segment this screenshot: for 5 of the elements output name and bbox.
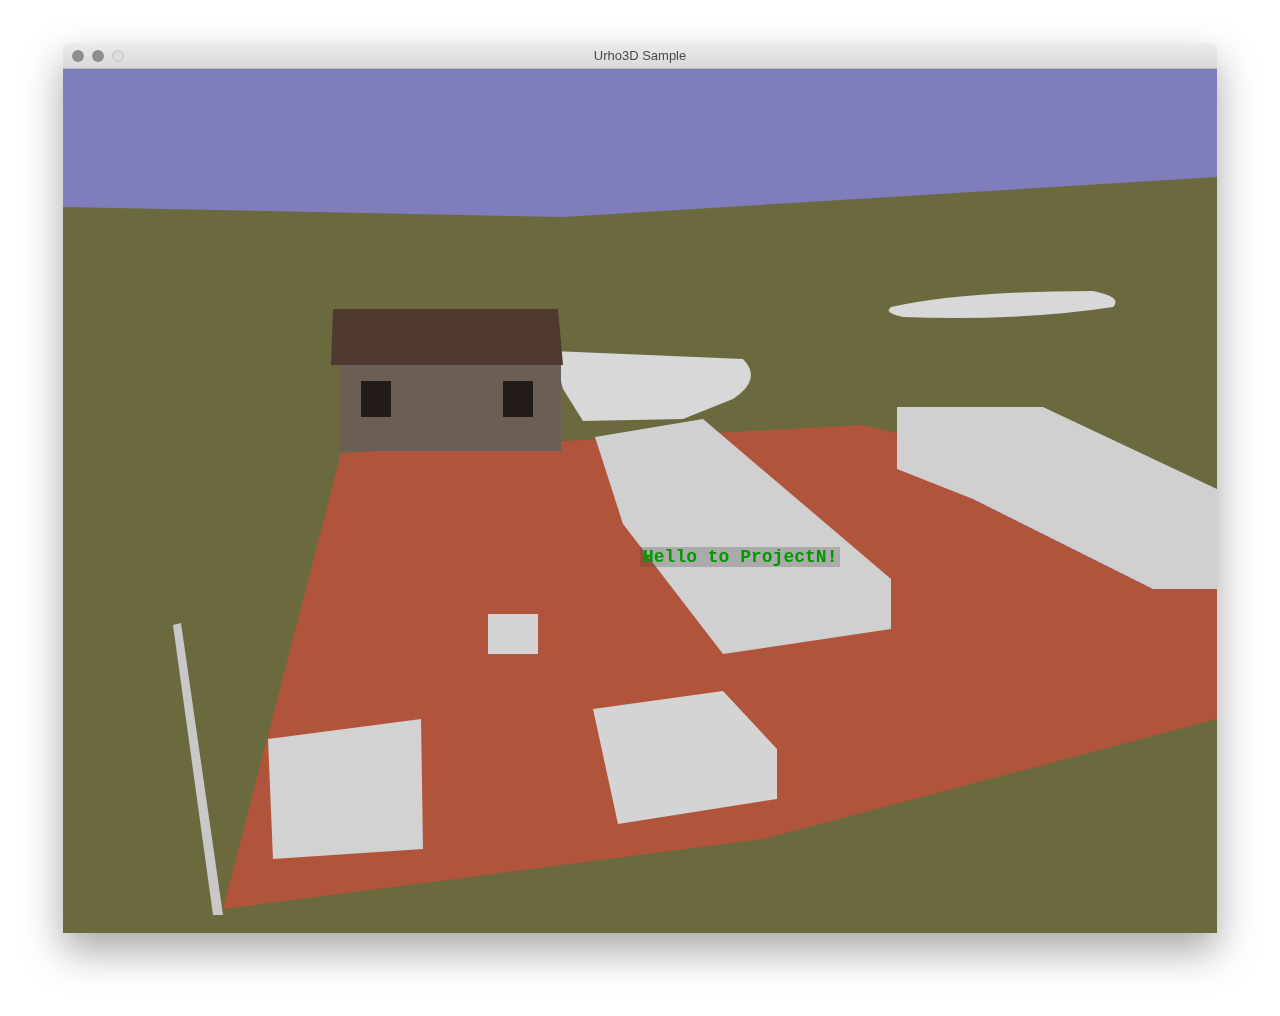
block	[488, 614, 538, 654]
zoom-button[interactable]	[112, 49, 124, 62]
window-title: Urho3D Sample	[593, 48, 687, 63]
minimize-button[interactable]	[92, 49, 104, 62]
close-button[interactable]	[72, 49, 84, 62]
